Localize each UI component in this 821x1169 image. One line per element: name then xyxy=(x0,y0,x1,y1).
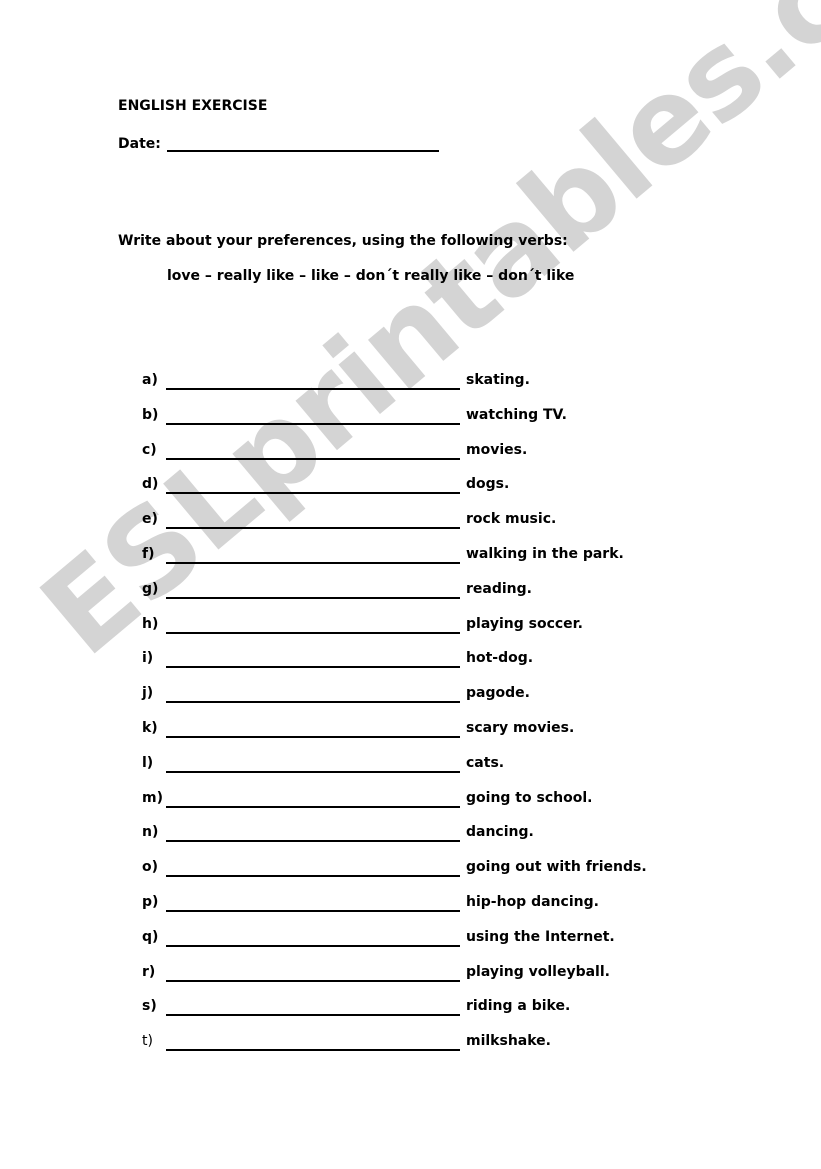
item-phrase: walking in the park. xyxy=(466,545,624,562)
item-phrase: playing soccer. xyxy=(466,615,583,632)
exercise-item: a) skating. xyxy=(142,372,647,407)
exercise-item: i) hot-dog. xyxy=(142,650,647,685)
instruction-text: Write about your preferences, using the … xyxy=(118,233,568,249)
answer-blank[interactable] xyxy=(166,476,460,495)
item-phrase: dogs. xyxy=(466,476,510,493)
item-phrase: movies. xyxy=(466,441,528,458)
date-label: Date: xyxy=(118,136,161,152)
item-phrase: going out with friends. xyxy=(466,859,647,876)
exercise-item: e) rock music. xyxy=(142,511,647,546)
exercise-item: o) going out with friends. xyxy=(142,859,647,894)
worksheet: ENGLISH EXERCISE Date: Write about your … xyxy=(0,0,821,1169)
item-phrase: cats. xyxy=(466,754,505,771)
answer-blank[interactable] xyxy=(166,407,460,425)
item-letter: m) xyxy=(142,789,163,806)
answer-blank[interactable] xyxy=(166,859,460,878)
answer-blank[interactable] xyxy=(166,685,460,704)
answer-blank[interactable] xyxy=(166,511,460,530)
exercise-item: h) playing soccer. xyxy=(142,616,647,651)
item-letter: q) xyxy=(142,928,159,945)
item-phrase: watching TV. xyxy=(466,406,567,423)
answer-blank[interactable] xyxy=(166,442,460,460)
exercise-item: t) milkshake. xyxy=(142,1033,647,1068)
answer-blank[interactable] xyxy=(166,720,460,738)
answer-blank[interactable] xyxy=(166,824,460,843)
item-phrase: pagode. xyxy=(466,685,530,702)
item-letter: s) xyxy=(142,998,157,1015)
item-letter: l) xyxy=(142,754,154,771)
exercise-item: q) using the Internet. xyxy=(142,929,647,964)
answer-blank[interactable] xyxy=(166,1033,460,1052)
item-phrase: scary movies. xyxy=(466,719,575,736)
answer-blank[interactable] xyxy=(166,998,460,1017)
item-letter: c) xyxy=(142,441,157,458)
answer-blank[interactable] xyxy=(166,964,460,982)
answer-blank[interactable] xyxy=(166,546,460,564)
item-letter: a) xyxy=(142,372,158,388)
exercise-item: f) walking in the park. xyxy=(142,546,647,581)
answer-blank[interactable] xyxy=(166,790,460,808)
item-phrase: rock music. xyxy=(466,511,557,528)
item-letter: p) xyxy=(142,893,159,910)
date-row: Date: xyxy=(118,134,439,152)
item-letter: f) xyxy=(142,545,155,562)
answer-blank[interactable] xyxy=(166,929,460,947)
verb-list: love – really like – like – don´t really… xyxy=(167,268,575,284)
item-phrase: riding a bike. xyxy=(466,998,571,1015)
item-letter: g) xyxy=(142,580,159,597)
answer-blank[interactable] xyxy=(166,894,460,912)
answer-blank[interactable] xyxy=(166,581,460,599)
item-phrase: playing volleyball. xyxy=(466,963,610,980)
item-letter: i) xyxy=(142,650,154,667)
item-letter: d) xyxy=(142,476,159,493)
item-letter: t) xyxy=(142,1033,153,1050)
exercise-item: m) going to school. xyxy=(142,790,647,825)
answer-blank[interactable] xyxy=(166,650,460,669)
exercise-item: g) reading. xyxy=(142,581,647,616)
item-letter: n) xyxy=(142,824,159,841)
answer-blank[interactable] xyxy=(166,372,460,390)
item-letter: k) xyxy=(142,719,158,736)
exercise-item: l) cats. xyxy=(142,755,647,790)
exercise-item: p) hip-hop dancing. xyxy=(142,894,647,929)
exercise-item: n) dancing. xyxy=(142,824,647,859)
item-phrase: going to school. xyxy=(466,789,593,806)
exercise-item: j) pagode. xyxy=(142,685,647,720)
item-letter: o) xyxy=(142,859,159,876)
item-phrase: reading. xyxy=(466,580,532,597)
item-phrase: using the Internet. xyxy=(466,928,615,945)
date-blank[interactable] xyxy=(166,134,439,152)
answer-blank[interactable] xyxy=(166,616,460,634)
item-letter: j) xyxy=(142,685,154,702)
exercise-item: c) movies. xyxy=(142,442,647,477)
exercise-item: b) watching TV. xyxy=(142,407,647,442)
exercise-item: s) riding a bike. xyxy=(142,998,647,1033)
exercise-list: a) skating. b) watching TV. c) movies. d) dogs.… xyxy=(142,372,647,1068)
item-letter: r) xyxy=(142,963,156,980)
item-phrase: hip-hop dancing. xyxy=(466,893,599,910)
answer-blank[interactable] xyxy=(166,755,460,773)
item-phrase: skating. xyxy=(466,372,530,388)
item-letter: b) xyxy=(142,406,159,423)
exercise-item: r) playing volleyball. xyxy=(142,964,647,999)
item-letter: h) xyxy=(142,615,159,632)
item-phrase: milkshake. xyxy=(466,1033,551,1050)
exercise-item: d) dogs. xyxy=(142,476,647,511)
exercise-item: k) scary movies. xyxy=(142,720,647,755)
item-letter: e) xyxy=(142,511,158,528)
item-phrase: hot-dog. xyxy=(466,650,534,667)
worksheet-title: ENGLISH EXERCISE xyxy=(118,98,268,114)
item-phrase: dancing. xyxy=(466,824,534,841)
